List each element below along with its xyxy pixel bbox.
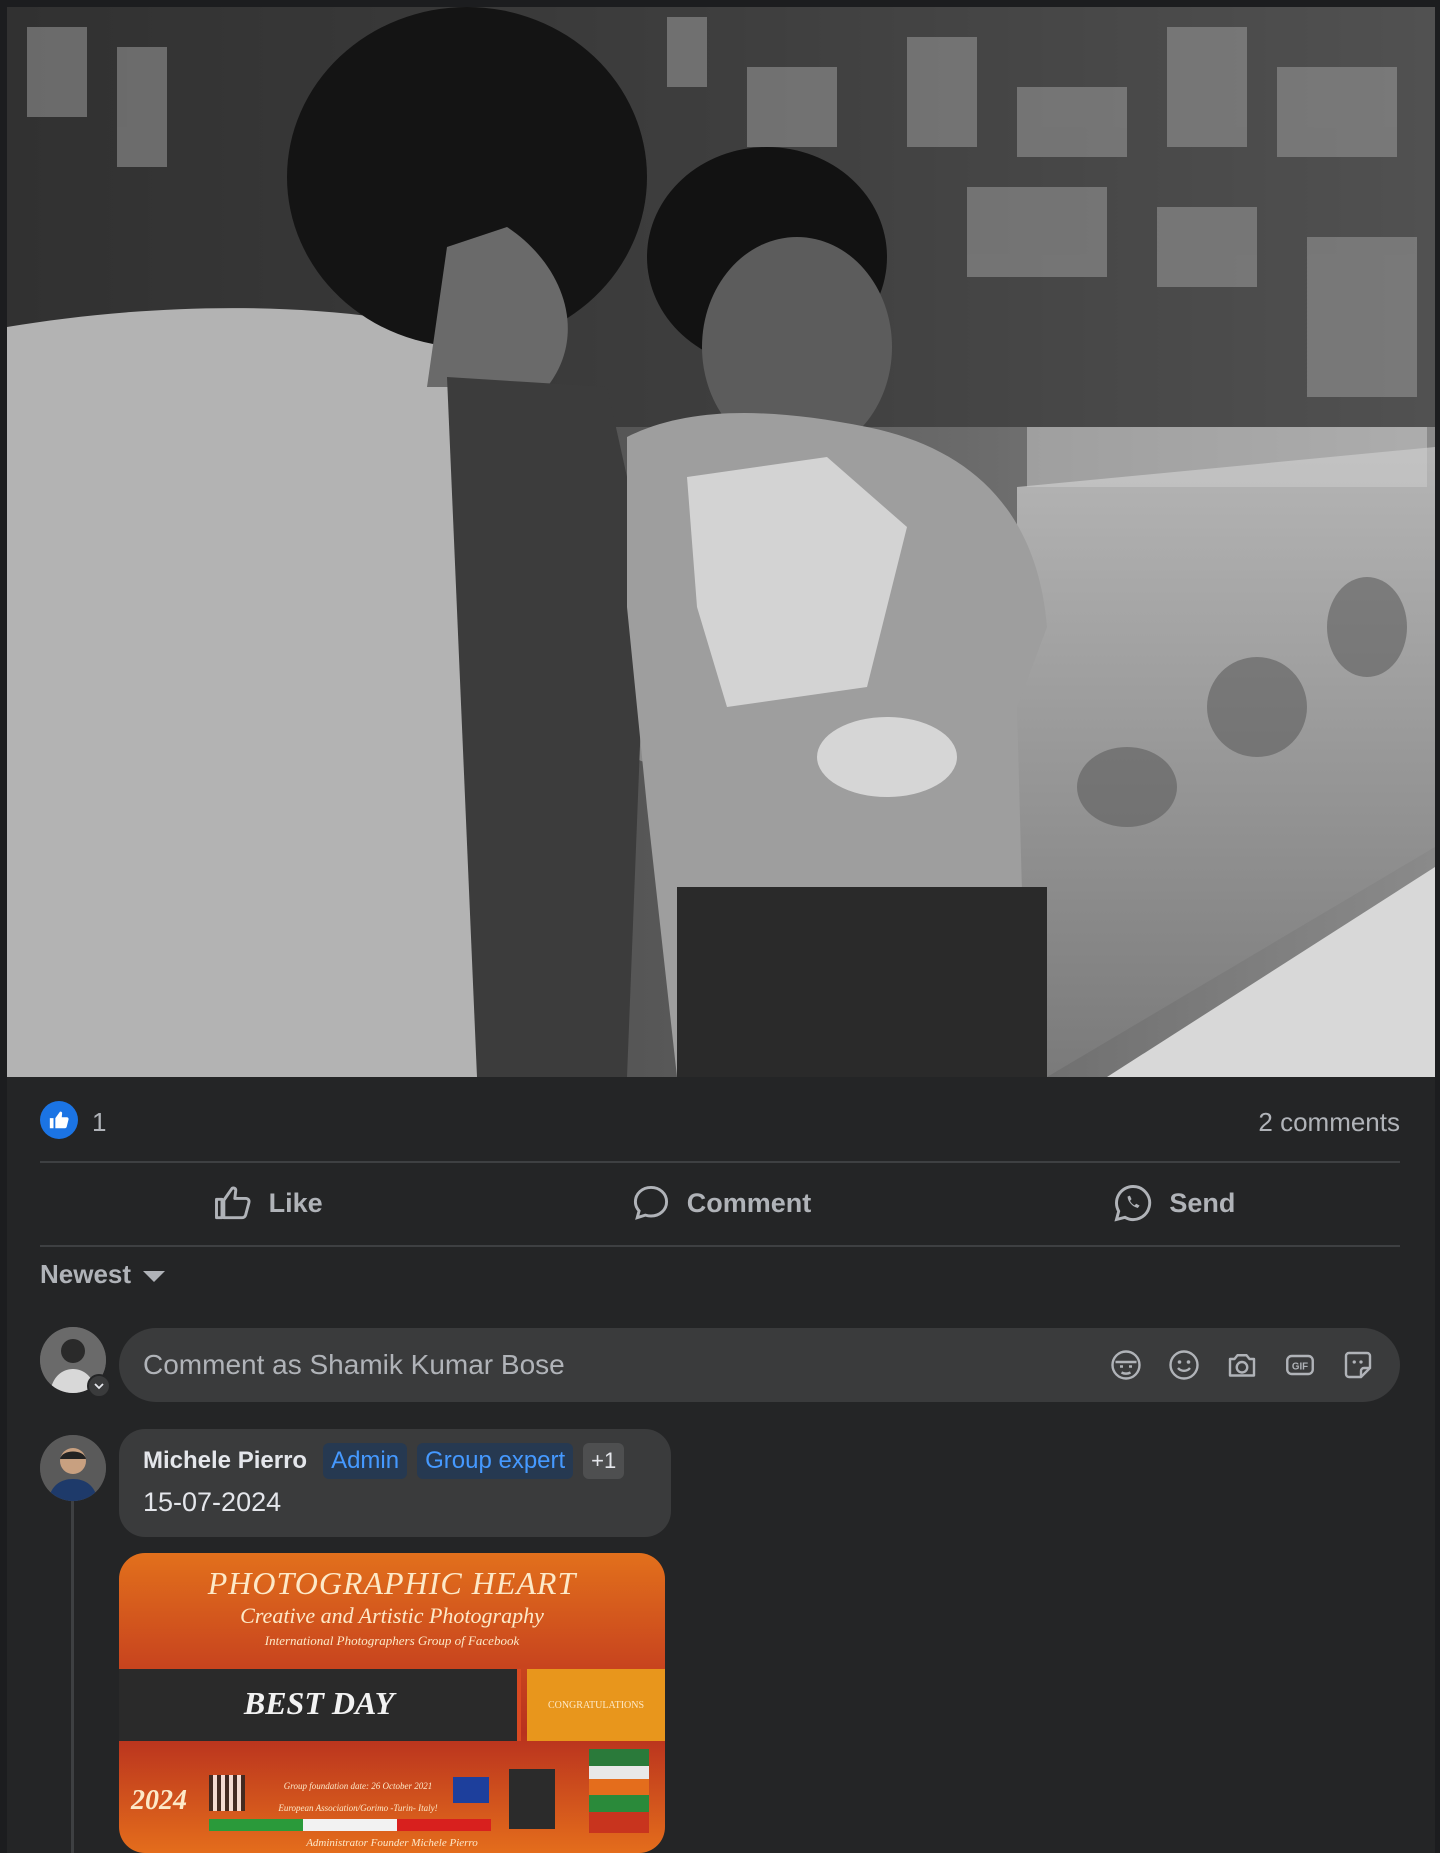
attachment-info: Group foundation date: 26 October 2021 E… [253,1775,463,1819]
thumbs-up-icon [214,1186,251,1220]
comment-sort-dropdown[interactable]: Newest [40,1259,166,1290]
comment-author[interactable]: Michele Pierro [143,1447,307,1475]
gif-icon[interactable]: GIF [1282,1347,1318,1383]
italy-flag-stripe [209,1819,491,1831]
caret-down-icon [143,1271,166,1282]
like-reaction-icon[interactable] [40,1101,78,1139]
reactions-count[interactable]: 1 [92,1107,106,1138]
badge-admin[interactable]: Admin [323,1443,408,1479]
send-button[interactable]: Send [947,1163,1400,1243]
avatar-sticker-icon[interactable] [1108,1347,1144,1383]
street-scene-image [7,7,1435,1077]
thread-line [71,1497,74,1853]
profile-switch-icon[interactable] [87,1374,111,1398]
like-label: Like [268,1187,323,1218]
comment-input[interactable] [143,1349,1108,1381]
badge-group-expert[interactable]: Group expert [417,1443,574,1479]
comment-image-attachment[interactable]: PHOTOGRAPHIC HEART Creative and Artistic… [119,1553,665,1853]
attachment-admin-text: Administrator Founder Michele Pierro [306,1837,478,1849]
like-button[interactable]: Like [40,1163,493,1243]
flags-collage [589,1749,649,1833]
attachment-year: 2024 [131,1785,187,1816]
attachment-subtitle: Creative and Artistic Photography [240,1603,544,1628]
comment-composer: GIF [119,1328,1400,1402]
comment-bubble: Michele Pierro Admin Group expert +1 15-… [119,1429,671,1537]
divider [40,1245,1400,1247]
reaction-summary: 1 2 comments [40,1099,1400,1139]
post-photo[interactable] [7,7,1435,1077]
attachment-congrats: CONGRATULATIONS [527,1669,665,1741]
comment-text: 15-07-2024 [143,1487,282,1517]
post-footer: 1 2 comments Like Comment Send Newest Co… [7,1077,1435,1853]
emoji-icon[interactable] [1166,1347,1202,1383]
attachment-title: PHOTOGRAPHIC HEART [207,1565,577,1601]
camera-icon[interactable] [1224,1347,1260,1383]
comment-header: Michele Pierro Admin Group expert +1 [143,1443,647,1479]
badge-more[interactable]: +1 [583,1443,625,1479]
attachment-info-line1: Group foundation date: 26 October 2021 [283,1781,433,1791]
eu-flag-icon [453,1777,489,1803]
founder-photo [509,1769,555,1829]
composer-tools: GIF [1108,1347,1376,1383]
sort-label: Newest [40,1259,132,1289]
comment-label: Comment [686,1187,812,1218]
attachment-band-text: BEST DAY [243,1685,395,1721]
qr-code-icon [209,1775,245,1811]
send-label: Send [1169,1187,1236,1218]
svg-text:GIF: GIF [1292,1362,1308,1373]
comment-button[interactable]: Comment [493,1163,946,1243]
whatsapp-icon [1114,1185,1152,1222]
sticker-icon[interactable] [1340,1347,1376,1383]
comments-count[interactable]: 2 comments [1258,1107,1400,1138]
action-bar: Like Comment Send [40,1163,1400,1243]
attachment-small-text: International Photographers Group of Fac… [264,1633,520,1648]
attachment-info-line2: European Association/Gorimo -Turin- Ital… [278,1803,438,1813]
commenter-avatar[interactable] [40,1435,106,1501]
comment-bubble-icon [633,1185,668,1220]
